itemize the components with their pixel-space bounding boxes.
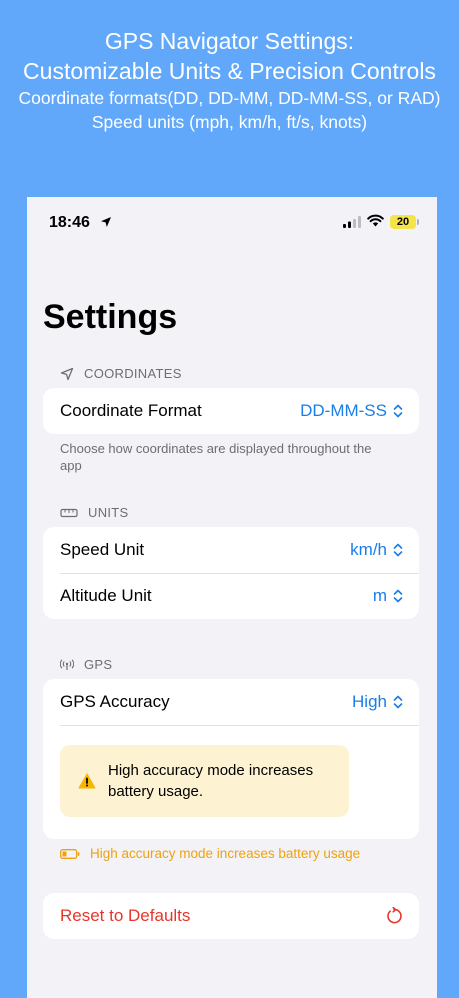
gps-footnote-text: High accuracy mode increases battery usa… <box>90 846 361 861</box>
battery-low-icon <box>60 848 80 859</box>
section-header-coordinates: COORDINATES <box>60 366 182 381</box>
wifi-icon <box>367 214 384 227</box>
battery-indicator: 20 <box>390 215 416 229</box>
speed-unit-picker[interactable]: km/h <box>350 540 403 560</box>
antenna-icon <box>60 658 74 670</box>
gps-accuracy-picker[interactable]: High <box>352 692 403 712</box>
coordinates-footnote: Choose how coordinates are displayed thr… <box>60 441 372 473</box>
section-header-label: UNITS <box>88 505 129 520</box>
battery-warning-text: High accuracy mode increases battery usa… <box>108 762 314 800</box>
location-arrow-icon <box>60 367 74 380</box>
section-header-label: GPS <box>84 657 113 672</box>
reset-label: Reset to Defaults <box>60 906 191 925</box>
promo-subtitle: Customizable Units & Precision Controls <box>23 58 436 84</box>
status-bar: 18:46 20 <box>27 197 437 247</box>
gps-accuracy-row[interactable]: GPS Accuracy High <box>43 679 419 725</box>
warning-triangle-icon <box>78 773 96 789</box>
reset-to-defaults-button[interactable]: Reset to Defaults <box>43 893 419 939</box>
chevron-up-down-icon <box>393 543 403 557</box>
altitude-unit-picker[interactable]: m <box>373 586 403 606</box>
reset-arrow-icon <box>387 907 402 924</box>
phone-screen: 18:46 20 Settings COORDINATES Coordinate… <box>27 197 437 998</box>
section-header-units: UNITS <box>60 505 129 520</box>
row-divider <box>60 725 419 726</box>
gps-card: GPS Accuracy High High accuracy mode inc… <box>43 679 419 839</box>
coordinate-format-row[interactable]: Coordinate Format DD-MM-SS <box>43 388 419 434</box>
ruler-icon <box>60 508 78 517</box>
reset-card: Reset to Defaults <box>43 893 419 939</box>
coordinate-format-picker[interactable]: DD-MM-SS <box>300 401 403 421</box>
battery-tip <box>417 219 419 225</box>
promo-speed-units: Speed units (mph, km/h, ft/s, knots) <box>91 112 368 132</box>
promo-banner: GPS Navigator Settings: Customizable Uni… <box>0 26 459 134</box>
units-card: Speed Unit km/h Altitude Unit m <box>43 527 419 619</box>
promo-title: GPS Navigator Settings: <box>104 28 355 54</box>
chevron-up-down-icon <box>393 695 403 709</box>
section-header-label: COORDINATES <box>84 366 182 381</box>
altitude-unit-value: m <box>372 586 387 605</box>
promo-coordinate-formats: Coordinate formats(DD, DD-MM, DD-MM-SS, … <box>18 88 441 108</box>
gps-accuracy-label: GPS Accuracy <box>60 692 170 711</box>
speed-unit-value: km/h <box>350 540 387 559</box>
location-arrow-icon <box>101 217 111 227</box>
altitude-unit-label: Altitude Unit <box>60 586 152 605</box>
section-header-gps: GPS <box>60 657 112 672</box>
chevron-up-down-icon <box>393 589 403 603</box>
battery-warning-box: High accuracy mode increases battery usa… <box>60 745 349 817</box>
gps-footnote: High accuracy mode increases battery usa… <box>60 846 360 861</box>
gps-accuracy-value: High <box>352 692 387 711</box>
coordinate-format-value: DD-MM-SS <box>300 401 387 420</box>
chevron-up-down-icon <box>393 404 403 418</box>
speed-unit-row[interactable]: Speed Unit km/h <box>43 527 419 573</box>
status-time: 18:46 <box>49 214 90 231</box>
page-title: Settings <box>43 298 178 336</box>
speed-unit-label: Speed Unit <box>60 540 145 559</box>
coordinate-format-label: Coordinate Format <box>60 401 202 420</box>
altitude-unit-row[interactable]: Altitude Unit m <box>43 573 419 619</box>
coordinates-card: Coordinate Format DD-MM-SS <box>43 388 419 434</box>
cellular-signal-icon <box>343 216 361 228</box>
